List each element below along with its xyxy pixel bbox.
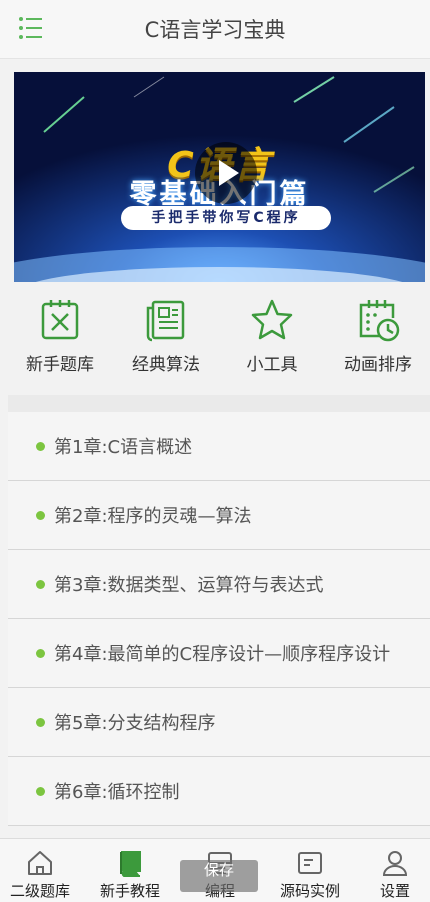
save-label: 保存 — [203, 861, 234, 879]
code-window-icon — [298, 852, 322, 874]
chapter-label: 第4章:最简单的C程序设计—顺序程序设计 — [54, 644, 391, 665]
chapter-label: 第3章:数据类型、运算符与表达式 — [54, 575, 324, 596]
bullet-dot — [36, 579, 45, 589]
bullet-dot — [36, 510, 45, 520]
chapter-label: 第2章:程序的灵魂—算法 — [54, 506, 252, 527]
tab-label: 新手教程 — [99, 882, 160, 900]
chapter-item-5[interactable]: 第5章:分支结构程序 — [8, 688, 430, 757]
banner-subtitle: 手把手带你写C程序 — [121, 206, 331, 230]
quick-link-tools[interactable]: 小工具 — [228, 298, 316, 380]
home-icon — [28, 851, 52, 875]
quick-link-algorithms[interactable]: 经典算法 — [122, 298, 210, 380]
list-divider — [8, 395, 430, 412]
tab-settings[interactable]: 设置 — [360, 839, 430, 902]
chapter-item-4[interactable]: 第4章:最简单的C程序设计—顺序程序设计 — [8, 619, 430, 688]
bullet-dot — [36, 717, 45, 727]
chapter-label: 第5章:分支结构程序 — [54, 713, 216, 734]
tab-beginner-tutorial[interactable]: 新手教程 — [90, 839, 170, 902]
quick-link-question-bank[interactable]: 新手题库 — [16, 298, 104, 380]
course-banner[interactable]: C语言 零基础入门篇 手把手带你写C程序 — [14, 72, 425, 282]
bullet-dot — [36, 786, 45, 796]
chapter-item-1[interactable]: 第1章:C语言概述 — [8, 412, 430, 481]
chapter-list: 第1章:C语言概述 第2章:程序的灵魂—算法 第3章:数据类型、运算符与表达式 … — [8, 395, 430, 826]
quick-link-label: 经典算法 — [132, 355, 200, 375]
app-header: C语言学习宝典 — [0, 0, 430, 59]
chapter-item-2[interactable]: 第2章:程序的灵魂—算法 — [8, 481, 430, 550]
quick-link-label: 动画排序 — [344, 355, 412, 375]
quick-link-sort-animation[interactable]: 动画排序 — [334, 298, 422, 380]
tab-source-examples[interactable]: 源码实例 — [270, 839, 350, 902]
tab-label: 二级题库 — [9, 882, 70, 900]
chapter-item-3[interactable]: 第3章:数据类型、运算符与表达式 — [8, 550, 430, 619]
question-bank-icon — [41, 300, 79, 340]
quick-link-label: 小工具 — [246, 355, 298, 375]
chapter-label: 第6章:循环控制 — [54, 782, 180, 803]
bullet-dot — [36, 648, 45, 658]
chapter-item-6[interactable]: 第6章:循环控制 — [8, 757, 430, 826]
chapter-label: 第1章:C语言概述 — [54, 437, 193, 458]
tab-level2-bank[interactable]: 二级题库 — [0, 839, 80, 902]
tab-label: 源码实例 — [279, 882, 340, 900]
quick-link-label: 新手题库 — [26, 355, 94, 375]
bullet-dot — [36, 441, 45, 451]
calendar-clock-icon — [359, 300, 400, 342]
document-icon — [146, 300, 185, 342]
play-icon[interactable] — [195, 142, 257, 204]
user-icon — [382, 851, 408, 876]
save-button[interactable]: 保存 — [180, 860, 258, 892]
star-icon — [251, 299, 293, 340]
tab-label: 设置 — [379, 882, 410, 900]
page-title: C语言学习宝典 — [144, 18, 286, 42]
book-icon — [120, 851, 141, 877]
